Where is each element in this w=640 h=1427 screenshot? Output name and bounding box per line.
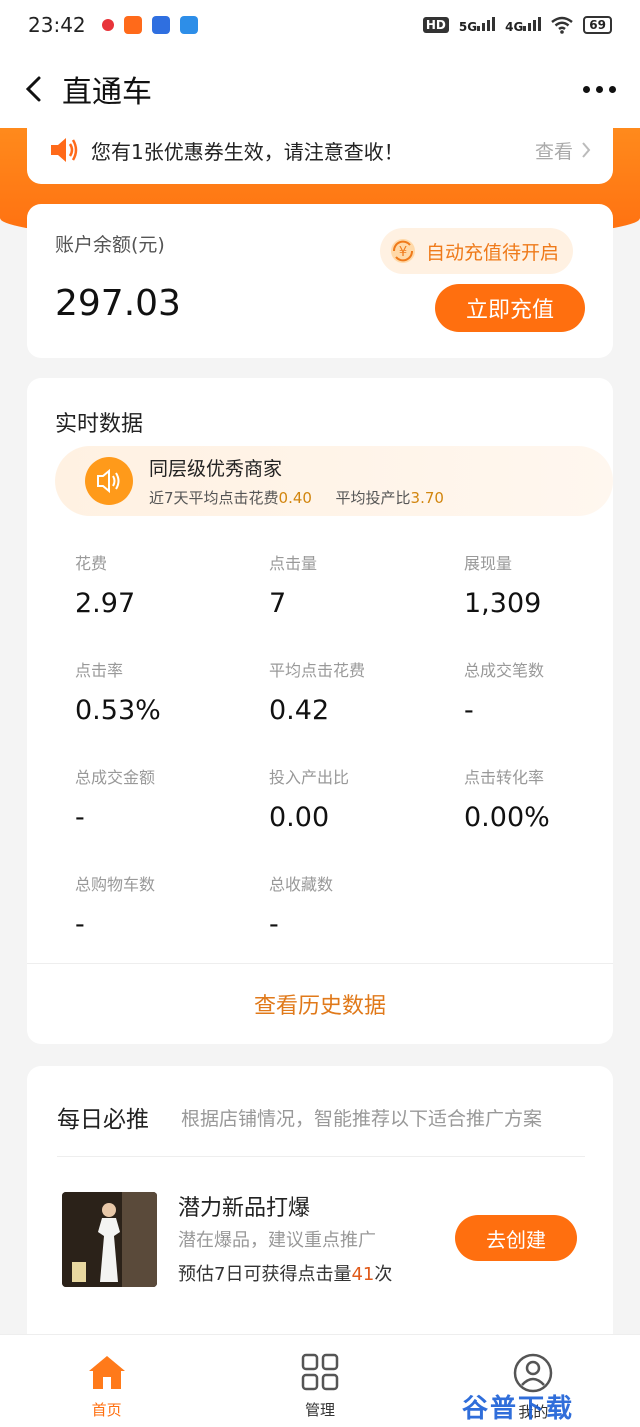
balance-card: 账户余额(元) 297.03 ¥ 自动充值待开启 立即充值 (27, 204, 613, 358)
metric-label: 总成交笔数 (464, 661, 545, 680)
metric-label: 总成交金额 (75, 768, 156, 787)
metric-spend: 花费 2.97 (75, 550, 265, 619)
peer-subtitle: 近7天平均点击花费0.40 平均投产比3.70 (149, 487, 444, 508)
metric-total-gmv: 总成交金额 - (75, 764, 265, 833)
signal-5g-icon: 5G (458, 16, 496, 34)
metric-value: 2.97 (75, 588, 136, 619)
watermark-logo: 谷普下载 (462, 1394, 575, 1424)
speaker-icon (85, 457, 133, 505)
metric-conversion-rate: 点击转化率 0.00% (464, 764, 640, 833)
plan-estimate-value: 41 (351, 1264, 375, 1285)
plan-estimate: 预估7日可获得点击量41次 (178, 1260, 392, 1286)
peer-click-cost-label: 近7天平均点击花费 (149, 489, 279, 507)
create-plan-button[interactable]: 去创建 (455, 1215, 577, 1261)
metric-value: - (75, 802, 85, 833)
metric-cart-adds: 总购物车数 - (75, 871, 265, 940)
realtime-title: 实时数据 (55, 412, 144, 437)
metric-label: 投入产出比 (269, 768, 350, 787)
wifi-icon (551, 16, 574, 34)
peer-roi-label: 平均投产比 (335, 489, 411, 507)
notification-icons (101, 16, 198, 34)
chevron-right-icon (582, 142, 591, 158)
metric-label: 点击量 (269, 554, 318, 573)
app-notification-icon (123, 16, 142, 34)
daily-subtitle: 根据店铺情况，智能推荐以下适合推广方案 (181, 1108, 543, 1130)
signal-4g-icon: 4G (505, 16, 542, 34)
daily-title: 每日必推 (57, 1107, 149, 1133)
plan-title: 潜力新品打爆 (178, 1196, 311, 1221)
home-icon (88, 1356, 125, 1389)
metric-value: 0.42 (269, 695, 330, 726)
peer-click-cost-value: 0.40 (278, 489, 312, 507)
svg-text:¥: ¥ (399, 245, 407, 260)
status-bar: 23:42 HD 5G 4G 69 (0, 0, 640, 50)
metric-label: 总收藏数 (269, 875, 334, 894)
metric-value: 0.00% (464, 802, 550, 833)
plan-estimate-label: 预估7日可获得点击量 (178, 1264, 352, 1285)
user-icon (514, 1353, 553, 1393)
more-icon[interactable] (583, 85, 616, 93)
metric-value: - (464, 695, 474, 726)
battery-icon: 69 (583, 16, 612, 34)
plan-estimate-unit: 次 (374, 1264, 393, 1285)
metric-impressions: 展现量 1,309 (464, 550, 640, 619)
metric-value: 0.00 (269, 802, 330, 833)
peer-benchmark-banner: 同层级优秀商家 近7天平均点击花费0.40 平均投产比3.70 (55, 446, 613, 516)
network-5g-label: 5G (458, 19, 478, 34)
metric-label: 总购物车数 (75, 875, 156, 894)
recharge-button[interactable]: 立即充值 (435, 284, 585, 332)
metric-avg-click-cost: 平均点击花费 0.42 (269, 657, 459, 726)
app-notification-icon (179, 16, 198, 34)
metric-clicks: 点击量 7 (269, 550, 459, 619)
hd-icon: HD (422, 17, 449, 33)
metric-total-orders: 总成交笔数 - (464, 657, 640, 726)
divider (57, 1156, 585, 1157)
coupon-view-label: 查看 (534, 140, 573, 163)
yuan-refresh-icon: ¥ (390, 239, 415, 263)
app-notification-icon (151, 16, 170, 34)
tab-manage-label: 管理 (304, 1401, 335, 1419)
speaker-icon (51, 138, 78, 162)
product-image[interactable] (62, 1192, 157, 1287)
metric-value: 7 (269, 588, 287, 619)
page-title: 直通车 (62, 75, 152, 110)
status-time: 23:42 (28, 13, 86, 37)
view-history-link[interactable]: 查看历史数据 (27, 964, 613, 1044)
metric-label: 花费 (75, 554, 108, 573)
daily-recommend-card: 每日必推 根据店铺情况，智能推荐以下适合推广方案 潜力新品打爆 潜在爆品，建议重… (27, 1066, 613, 1366)
network-4g-label: 4G (505, 19, 524, 34)
metric-value: 1,309 (464, 588, 542, 619)
status-indicators: HD 5G 4G 69 (422, 16, 612, 34)
back-icon[interactable] (24, 69, 54, 109)
metric-value: 0.53% (75, 695, 161, 726)
plan-description: 潜在爆品，建议重点推广 (178, 1230, 376, 1251)
peer-roi-value: 3.70 (410, 489, 444, 507)
metric-label: 点击转化率 (464, 768, 545, 787)
auto-recharge-label: 自动充值待开启 (425, 241, 559, 264)
tab-manage[interactable]: 管理 (213, 1335, 426, 1427)
coupon-view-link[interactable]: 查看 (535, 137, 591, 164)
coupon-notice[interactable]: 您有1张优惠券生效，请注意查收！ 查看 (27, 116, 613, 184)
metric-favorites: 总收藏数 - (269, 871, 459, 940)
auto-recharge-badge[interactable]: ¥ 自动充值待开启 (379, 228, 573, 274)
grid-icon (301, 1353, 339, 1391)
tab-home[interactable]: 首页 (0, 1335, 213, 1427)
realtime-card: 实时数据 同层级优秀商家 近7天平均点击花费0.40 平均投产比3.70 花费 2… (27, 378, 613, 1044)
metric-roi: 投入产出比 0.00 (269, 764, 459, 833)
tab-home-label: 首页 (91, 1401, 122, 1419)
metric-ctr: 点击率 0.53% (75, 657, 265, 726)
metric-value: - (75, 909, 85, 940)
metric-label: 点击率 (75, 661, 124, 680)
metric-label: 展现量 (464, 554, 513, 573)
coupon-text: 您有1张优惠券生效，请注意查收！ (91, 139, 404, 164)
peer-title: 同层级优秀商家 (149, 458, 283, 480)
metric-value: - (269, 909, 279, 940)
metric-label: 平均点击花费 (269, 661, 366, 680)
app-notification-icon (101, 19, 114, 31)
